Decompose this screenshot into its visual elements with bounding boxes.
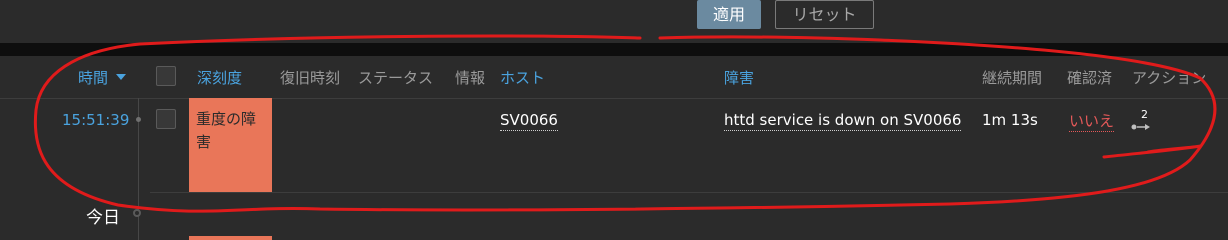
host-link[interactable]: SV0066: [500, 111, 558, 131]
action-arrow-icon: [1131, 124, 1150, 130]
row-checkbox[interactable]: [156, 109, 176, 129]
apply-button[interactable]: 適用: [697, 0, 761, 29]
timeline-dot-icon: [136, 117, 141, 122]
column-header-problem[interactable]: 障害: [724, 67, 754, 88]
ack-status-link[interactable]: いいえ: [1069, 110, 1115, 132]
column-header-info: 情報: [455, 69, 486, 87]
column-header-host[interactable]: ホスト: [500, 67, 545, 88]
column-header-acknowledged: 確認済: [1067, 69, 1113, 87]
column-header-severity[interactable]: 深刻度: [197, 67, 242, 88]
select-all-checkbox[interactable]: [156, 66, 176, 86]
column-header-recovery-time: 復旧時刻: [280, 69, 341, 87]
column-header-actions: アクション: [1132, 69, 1207, 87]
reset-button[interactable]: リセット: [775, 0, 874, 29]
today-separator-label: 今日: [86, 208, 120, 228]
filter-bar: 適用 リセット: [0, 0, 1228, 43]
problem-link[interactable]: httd service is down on SV0066: [724, 111, 962, 131]
problems-table: 時間 深刻度 復旧時刻 ステータス 情報 ホスト 障害 継続期間 確認済 アクシ…: [0, 56, 1228, 240]
column-header-duration: 継続期間: [982, 69, 1043, 87]
section-divider: [0, 43, 1228, 56]
duration-value: 1m 13s: [982, 111, 1038, 129]
severity-label: 重度の障害: [196, 110, 257, 151]
row-divider: [150, 192, 1228, 193]
actions-indicator[interactable]: 2: [1131, 108, 1161, 138]
sort-desc-icon[interactable]: [116, 74, 126, 80]
next-row-severity-cell: [189, 236, 272, 240]
today-marker-icon: [133, 209, 141, 217]
column-header-time[interactable]: 時間: [78, 67, 108, 88]
table-header: 時間 深刻度 復旧時刻 ステータス 情報 ホスト 障害 継続期間 確認済 アクシ…: [0, 56, 1228, 99]
event-time-link[interactable]: 15:51:39: [62, 111, 129, 129]
column-header-status: ステータス: [358, 69, 434, 87]
